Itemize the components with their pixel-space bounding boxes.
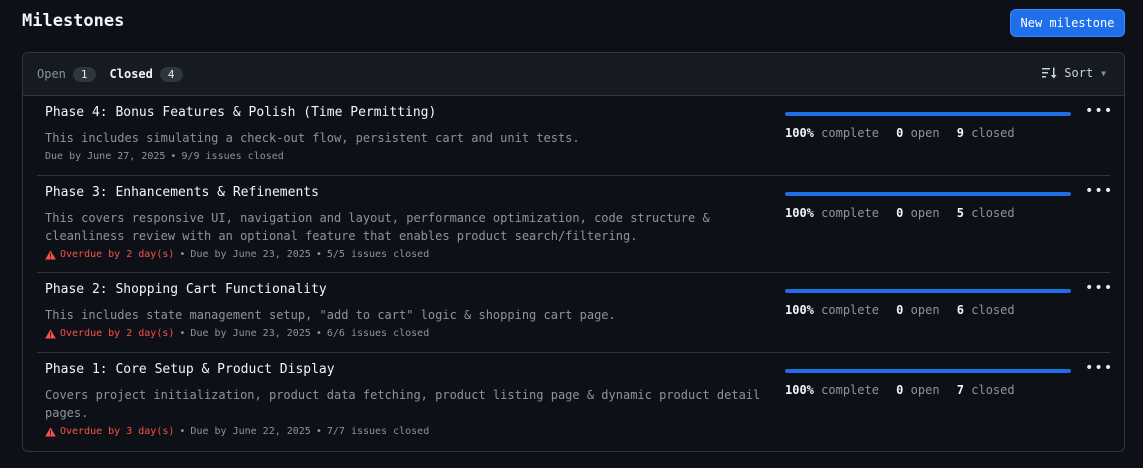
panel-header: Open 1 Closed 4 Sort ▼ [23,53,1124,96]
milestone-row: Phase 4: Bonus Features & Polish (Time P… [37,96,1112,176]
tab-closed-count: 4 [159,66,183,82]
milestone-percent: 100% [785,303,814,317]
closed-count: 9 [956,126,965,140]
overdue-text: Overdue by 2 day(s) [60,249,175,260]
complete-label: complete [821,303,879,317]
milestone-percent: 100% [785,383,814,397]
alert-icon [45,329,56,338]
milestone-issues-closed: 7/7 issues closed [326,426,430,437]
milestone-stats: 100% complete 0 open 5 closed [785,206,1015,220]
new-milestone-button[interactable]: New milestone [1010,9,1125,37]
milestone-progress-bar [785,369,1071,373]
overdue-indicator: Overdue by 2 day(s) [45,328,174,339]
milestone-description: Covers project initialization, product d… [45,388,761,420]
overdue-indicator: Overdue by 2 day(s) [45,249,174,260]
meta-separator: • [179,328,186,339]
milestone-stats: 100% complete 0 open 6 closed [785,303,1015,317]
milestone-title[interactable]: Phase 3: Enhancements & Refinements [45,185,319,200]
open-label: open [910,126,940,140]
sort-icon [1042,67,1057,79]
chevron-down-icon: ▼ [1101,68,1106,78]
tab-closed-label: Closed [109,67,153,81]
milestone-issues-closed: 6/6 issues closed [326,328,430,339]
kebab-menu-icon[interactable]: ••• [1085,104,1112,122]
alert-icon [45,250,56,259]
milestone-issues-closed: 9/9 issues closed [181,151,284,162]
milestone-due: Due by June 22, 2025 [190,426,311,437]
milestones-panel: Open 1 Closed 4 Sort ▼ Phase 4: Bonus Fe… [22,52,1125,452]
milestone-row: Phase 1: Core Setup & Product Display Co… [37,353,1112,450]
overdue-text: Overdue by 3 day(s) [60,426,175,437]
milestone-percent: 100% [785,126,814,140]
closed-label: closed [971,383,1015,397]
kebab-menu-icon[interactable]: ••• [1085,361,1112,379]
milestone-due: Due by June 23, 2025 [190,328,311,339]
closed-count: 5 [956,206,965,220]
milestone-description: This covers responsive UI, navigation an… [45,211,710,243]
milestones-page: Milestones New milestone Open 1 Closed 4 [0,0,1143,468]
milestone-stats: 100% complete 0 open 9 closed [785,126,1015,140]
milestone-description: This includes simulating a check-out flo… [45,131,580,145]
meta-separator: • [170,151,177,162]
closed-label: closed [971,303,1015,317]
milestone-progress-bar [785,192,1071,196]
complete-label: complete [821,206,879,220]
milestone-meta: Overdue by 3 day(s) • Due by June 22, 20… [45,426,429,437]
closed-label: closed [971,206,1015,220]
page-title: Milestones [22,11,125,31]
milestone-title[interactable]: Phase 1: Core Setup & Product Display [45,362,335,377]
open-label: open [910,206,940,220]
meta-separator: • [315,426,322,437]
overdue-text: Overdue by 2 day(s) [60,328,175,339]
sort-dropdown[interactable]: Sort ▼ [1042,66,1106,80]
meta-separator: • [179,249,186,260]
milestone-row: Phase 3: Enhancements & Refinements This… [37,176,1112,273]
overdue-indicator: Overdue by 3 day(s) [45,426,174,437]
open-label: open [910,383,940,397]
complete-label: complete [821,126,879,140]
closed-count: 6 [956,303,965,317]
open-label: open [910,303,940,317]
open-count: 0 [896,126,904,140]
alert-icon [45,427,56,436]
milestone-meta: Due by June 27, 2025 • 9/9 issues closed [45,151,284,162]
milestone-title[interactable]: Phase 4: Bonus Features & Polish (Time P… [45,105,436,120]
tab-closed[interactable]: Closed 4 [109,66,183,82]
milestone-meta: Overdue by 2 day(s) • Due by June 23, 20… [45,328,429,339]
milestone-due: Due by June 23, 2025 [190,249,311,260]
milestone-progress-bar [785,289,1071,293]
open-count: 0 [896,383,904,397]
tab-open-label: Open [37,67,66,81]
milestone-stats: 100% complete 0 open 7 closed [785,383,1015,397]
milestone-percent: 100% [785,206,814,220]
open-count: 0 [896,303,904,317]
milestone-description: This includes state management setup, "a… [45,308,616,322]
sort-label: Sort [1064,66,1094,80]
tab-open-count: 1 [72,66,96,82]
milestone-issues-closed: 5/5 issues closed [326,249,430,260]
milestone-progress-bar [785,112,1071,116]
open-count: 0 [896,206,904,220]
complete-label: complete [821,383,879,397]
meta-separator: • [315,249,322,260]
closed-count: 7 [956,383,965,397]
milestone-meta: Overdue by 2 day(s) • Due by June 23, 20… [45,249,429,260]
tab-open[interactable]: Open 1 [37,66,96,82]
meta-separator: • [315,328,322,339]
closed-label: closed [971,126,1015,140]
milestone-row: Phase 2: Shopping Cart Functionality Thi… [37,273,1112,353]
milestone-title[interactable]: Phase 2: Shopping Cart Functionality [45,282,327,297]
kebab-menu-icon[interactable]: ••• [1085,281,1112,299]
milestone-due: Due by June 27, 2025 [45,151,166,162]
meta-separator: • [179,426,186,437]
kebab-menu-icon[interactable]: ••• [1085,184,1112,202]
